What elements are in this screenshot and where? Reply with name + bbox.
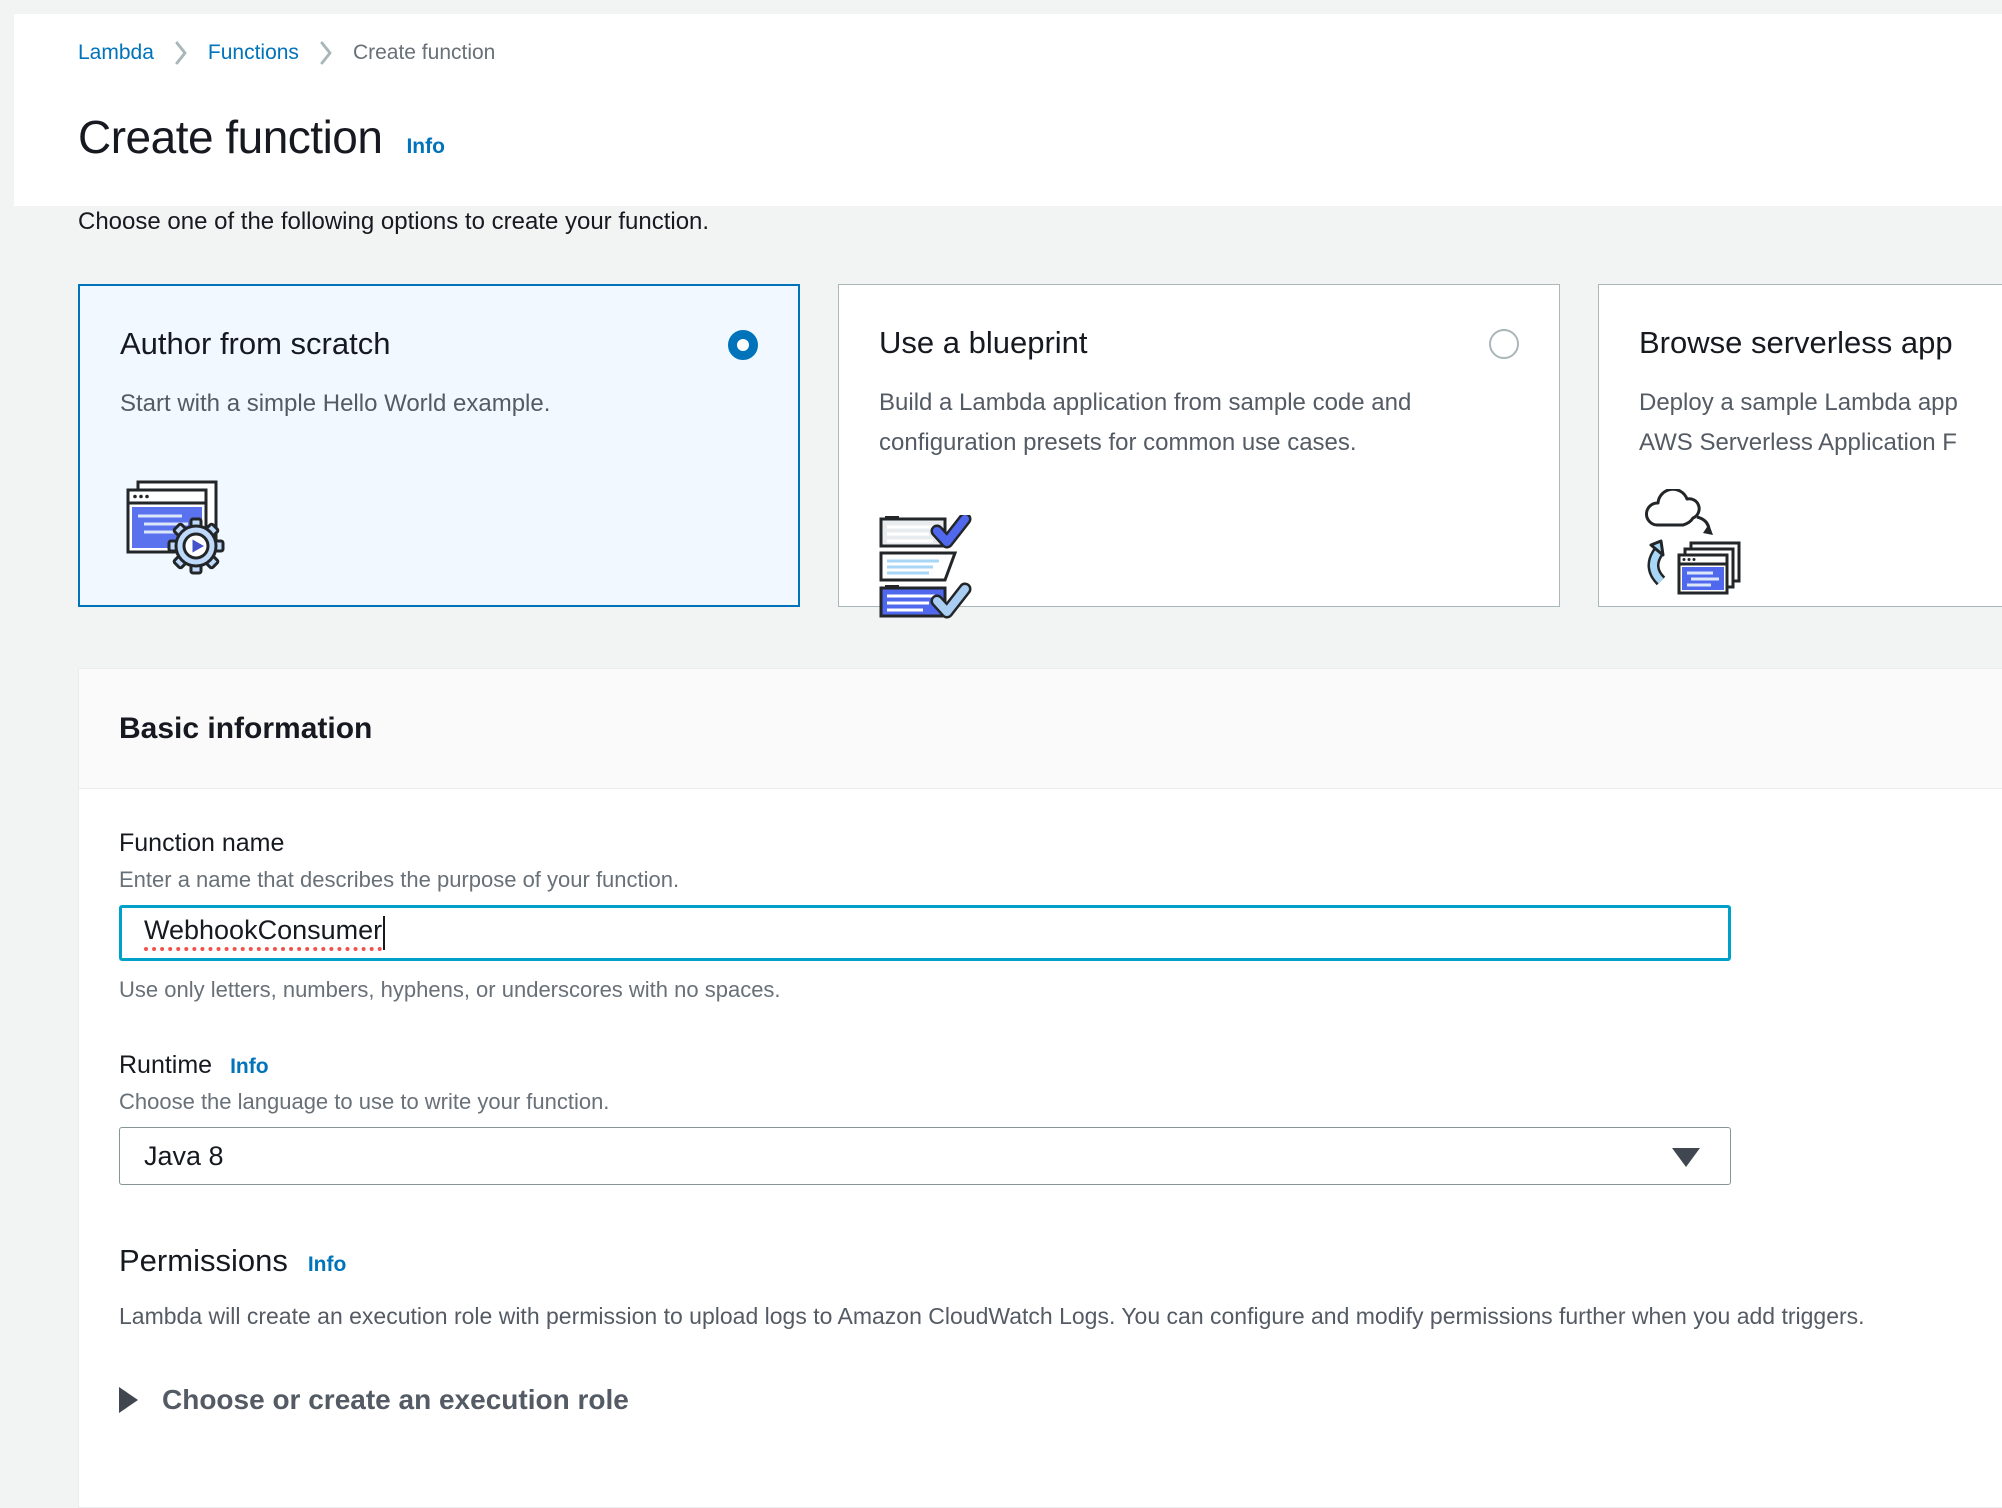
- permissions-description: Lambda will create an execution role wit…: [119, 1303, 1977, 1330]
- card-browse-serverless-app[interactable]: Browse serverless app Deploy a sample La…: [1598, 284, 2002, 607]
- expander-label: Choose or create an execution role: [162, 1384, 629, 1416]
- card-description: Deploy a sample Lambda app AWS Serverles…: [1639, 383, 2002, 463]
- cloud-deploy-icon: [1639, 489, 2002, 606]
- page-subtitle: Choose one of the following options to c…: [78, 208, 709, 236]
- radio-selected[interactable]: [728, 330, 758, 360]
- function-name-input[interactable]: WebhookConsumer: [119, 905, 1731, 961]
- breadcrumb: Lambda Functions Create function: [78, 40, 495, 66]
- function-name-hint: Use only letters, numbers, hyphens, or u…: [119, 977, 1977, 1003]
- function-name-helper: Enter a name that describes the purpose …: [119, 867, 1977, 893]
- card-use-a-blueprint[interactable]: Use a blueprint Build a Lambda applicati…: [838, 284, 1560, 607]
- permissions-info-link[interactable]: Info: [308, 1253, 346, 1277]
- breadcrumb-create-function: Create function: [353, 41, 495, 65]
- panel-header: Basic information: [79, 669, 2002, 789]
- blueprint-checklist-icon: [879, 515, 1519, 628]
- function-name-value: WebhookConsumer: [144, 915, 382, 951]
- breadcrumb-lambda[interactable]: Lambda: [78, 41, 154, 65]
- function-name-label: Function name: [119, 829, 284, 858]
- card-title: Use a blueprint: [879, 325, 1519, 361]
- expander-triangle-icon: [119, 1387, 138, 1413]
- breadcrumb-functions[interactable]: Functions: [208, 41, 299, 65]
- card-description: Build a Lambda application from sample c…: [879, 383, 1519, 463]
- text-caret: [383, 916, 385, 950]
- radio-unselected[interactable]: [1489, 329, 1519, 359]
- runtime-helper: Choose the language to use to write your…: [119, 1089, 1977, 1115]
- permissions-heading: Permissions: [119, 1243, 288, 1279]
- card-description: Start with a simple Hello World example.: [120, 384, 758, 424]
- title-info-link[interactable]: Info: [406, 135, 444, 159]
- runtime-label: Runtime: [119, 1051, 212, 1080]
- runtime-select[interactable]: Java 8: [119, 1127, 1731, 1185]
- runtime-info-link[interactable]: Info: [230, 1055, 268, 1079]
- app-window-gear-icon: [120, 476, 758, 581]
- chevron-right-icon: [319, 40, 333, 66]
- page-header: Lambda Functions Create function Create …: [14, 14, 2002, 206]
- dropdown-arrow-icon: [1672, 1148, 1700, 1167]
- execution-role-expander[interactable]: Choose or create an execution role: [119, 1384, 1977, 1416]
- card-title: Author from scratch: [120, 326, 758, 362]
- creation-option-cards: Author from scratch Start with a simple …: [78, 284, 2002, 607]
- basic-information-panel: Basic information Function name Enter a …: [78, 668, 2002, 1508]
- card-title: Browse serverless app: [1639, 325, 2002, 361]
- card-author-from-scratch[interactable]: Author from scratch Start with a simple …: [78, 284, 800, 607]
- panel-title: Basic information: [119, 712, 372, 746]
- chevron-right-icon: [174, 40, 188, 66]
- runtime-selected-value: Java 8: [144, 1141, 224, 1172]
- page-title: Create function: [78, 110, 382, 164]
